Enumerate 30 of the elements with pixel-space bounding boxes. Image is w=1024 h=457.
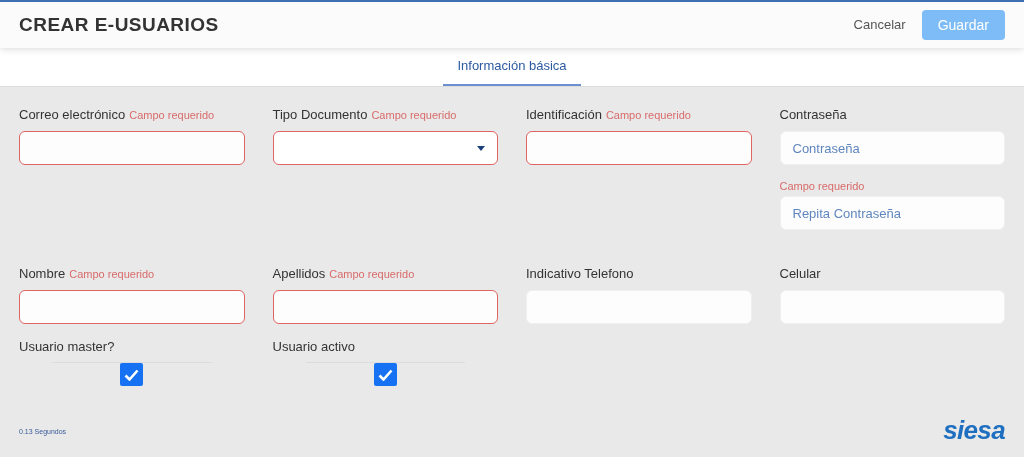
checkmark-icon: [377, 368, 393, 381]
cancel-button[interactable]: Cancelar: [849, 15, 910, 35]
field-label: Indicativo Telefono: [526, 265, 634, 283]
checkbox-label: Usuario master?: [19, 338, 116, 356]
checkbox-label: Usuario activo: [272, 338, 356, 356]
tab[interactable]: Información básica: [443, 48, 581, 86]
error-text: Campo requerido: [69, 267, 155, 282]
input-field[interactable]: [19, 290, 245, 324]
field-label: Nombre: [19, 265, 66, 283]
error-text: Campo requerido: [329, 267, 415, 282]
error-text: Campo requerido: [129, 108, 215, 123]
field-label: Identificación: [526, 106, 602, 124]
error-text: Campo requerido: [779, 178, 865, 194]
field-label: Correo electrónico: [19, 106, 126, 124]
checkmark-icon: [124, 368, 140, 381]
input-field[interactable]: [19, 131, 245, 165]
error-text: Campo requerido: [605, 108, 691, 123]
select-field[interactable]: [272, 131, 498, 165]
checkbox[interactable]: [373, 363, 397, 386]
field-label: Celular: [779, 265, 821, 283]
input-field[interactable]: [526, 131, 752, 165]
field-label: Apellidos: [272, 265, 326, 283]
field-label: Tipo Documento: [272, 106, 368, 124]
siesa-logo: siesa: [943, 417, 1005, 443]
field-label: Contraseña: [779, 106, 847, 124]
dropdown-caret-icon: [477, 145, 485, 151]
input-field[interactable]: [272, 290, 498, 324]
checkbox[interactable]: [120, 363, 144, 386]
page-title: CREAR E-USUARIOS: [19, 12, 219, 37]
error-text: Campo requerido: [371, 108, 457, 123]
